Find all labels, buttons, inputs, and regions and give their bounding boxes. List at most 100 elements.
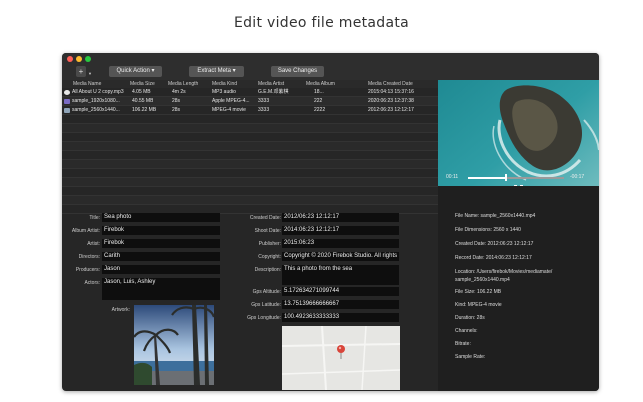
description-field[interactable]: This a photo from the sea [282,265,399,285]
created-date-field[interactable]: 2012/06:23 12:12:17 [282,213,399,222]
gps-longitude-field[interactable]: 100.4923633333333 [282,313,399,322]
shoot-date-label: Shoot Date: [254,228,281,234]
file-info-line: Bitrate: [455,341,471,347]
actors-field[interactable]: Jason, Luis, Ashley [102,278,220,300]
palm-beach-artwork [134,305,214,385]
media-size-cell: 106.22 MB [132,107,157,113]
zoom-window-button[interactable] [85,56,91,62]
media-length-cell: 4m 2s [172,89,186,95]
app-window: + ▼ Quick Action ▾ Extract Meta ▾ Save C… [62,53,599,391]
copyright-field[interactable]: Copyright © 2020 Firebok Studio. All rig… [282,252,399,261]
media-size-cell: 4.05 MB [132,89,151,95]
table-row[interactable]: All About U 2 copy.mp3 4.05 MB 4m 2s MP3… [62,88,438,97]
file-info-line: sample_2560x1440.mp4 [455,277,510,283]
media-kind-cell: MPEG-4 movie [212,107,246,113]
metadata-editor: Title: Sea photo Album Artist: Firebok A… [62,210,438,391]
producers-field[interactable]: Jason [102,265,220,274]
media-album-cell: 2222 [314,107,326,113]
artist-label: Artist: [87,241,100,247]
page-caption: Edit video file metadata [233,15,410,31]
column-header[interactable]: Media Artist [258,80,284,88]
table-row[interactable]: sample_2560x1440... 106.22 MB 28s MPEG-4… [62,106,438,115]
empty-row [62,124,438,133]
media-kind-cell: Apple MPEG-4... [212,98,250,104]
gps-latitude-field[interactable]: 13.75139666666667 [282,300,399,309]
quick-action-label: Quick Action [116,68,150,74]
media-length-cell: 28s [172,107,181,113]
save-changes-label: Save Changes [277,68,318,74]
add-button[interactable]: + [76,66,86,77]
file-info-line: Kind: MPEG-4 movie [455,302,502,308]
add-dropdown-icon: ▼ [88,71,92,76]
media-length-cell: 28s [172,98,181,104]
gps-altitude-label: Gps Altitude: [252,289,281,295]
media-created-cell: 2015:04:13 15:37:16 [368,89,414,95]
column-header[interactable]: Media Created Date [368,80,413,88]
table-header: Media Name Media Size Media Length Media… [62,80,438,88]
video-file-icon [64,99,70,104]
album-artist-label: Album Artist: [71,228,100,234]
artwork-label: Artwork: [111,307,130,313]
media-kind-cell: MP3 audio [212,89,236,95]
chevron-down-icon: ▾ [151,68,155,74]
file-info-line: File Dimensions: 2560 x 1440 [455,227,521,233]
column-header[interactable]: Media Album [306,80,335,88]
column-header[interactable]: Media Size [130,80,155,88]
close-window-button[interactable] [67,56,73,62]
file-info-line: Created Date: 2012:06:23 12:12:17 [455,241,534,247]
media-album-cell: 18... [314,89,324,95]
extract-meta-button[interactable]: Extract Meta ▾ [189,66,244,77]
directors-label: Directors: [78,254,100,260]
empty-row [62,169,438,178]
chevron-down-icon: ▾ [232,68,236,74]
media-name-cell: sample_2560x1440... [72,107,120,113]
description-label: Description: [254,267,281,273]
artwork-image[interactable] [134,305,214,385]
producers-label: Producers: [75,267,100,273]
empty-row [62,142,438,151]
file-info-line: Record Date: 2014:06:23 12:12:17 [455,255,532,261]
scrubber-handle[interactable] [505,174,507,181]
file-info-line: File Size: 106.22 MB [455,289,502,295]
gps-latitude-label: Gps Latitude: [251,302,281,308]
publisher-field[interactable]: 2015:06:23 [282,239,399,248]
empty-row [62,187,438,196]
table-row[interactable]: sample_1920x1080... 40.55 MB 28s Apple M… [62,97,438,106]
copyright-label: Copyright: [258,254,281,260]
column-header[interactable]: Media Length [168,80,198,88]
save-changes-button[interactable]: Save Changes [271,66,324,77]
empty-row [62,178,438,187]
quick-action-button[interactable]: Quick Action ▾ [109,66,162,77]
file-info-line: Sample Rate: [455,354,486,360]
elapsed-time: 00:11 [446,174,459,180]
shoot-date-field[interactable]: 2014:06:23 12:12:17 [282,226,399,235]
album-artist-field[interactable]: Firebok [102,226,220,235]
title-field[interactable]: Sea photo [102,213,220,222]
empty-row [62,160,438,169]
empty-row [62,115,438,124]
empty-row [62,133,438,142]
player-timebar: 00:11 -00:17 [438,171,599,185]
media-artist-cell: 3333 [258,107,270,113]
file-info-line: Duration: 28s [455,315,485,321]
media-name-cell: sample_1920x1080... [72,98,120,104]
empty-row [62,151,438,160]
location-map[interactable] [282,326,400,390]
file-info-line: Location: /Users/firebok/Movies/mediamat… [455,269,553,275]
created-date-label: Created Date: [249,215,281,221]
file-info-line: File Name: sample_2560x1440.mp4 [455,213,536,219]
minimize-window-button[interactable] [76,56,82,62]
column-header[interactable]: Media Kind [212,80,237,88]
media-created-cell: 2012:06:23 12:12:17 [368,107,414,113]
file-info-line: Channels: [455,328,478,334]
remaining-time: -00:17 [570,174,585,180]
column-header[interactable]: Media Name [73,80,101,88]
artist-field[interactable]: Firebok [102,239,220,248]
gps-longitude-label: Gps Longitude: [247,315,281,321]
empty-row [62,196,438,205]
extract-meta-label: Extract Meta [197,68,231,74]
gps-altitude-field[interactable]: 5.172634271099744 [282,287,399,296]
map-pin-icon [337,345,345,359]
media-album-cell: 222 [314,98,323,104]
directors-field[interactable]: Carith [102,252,220,261]
